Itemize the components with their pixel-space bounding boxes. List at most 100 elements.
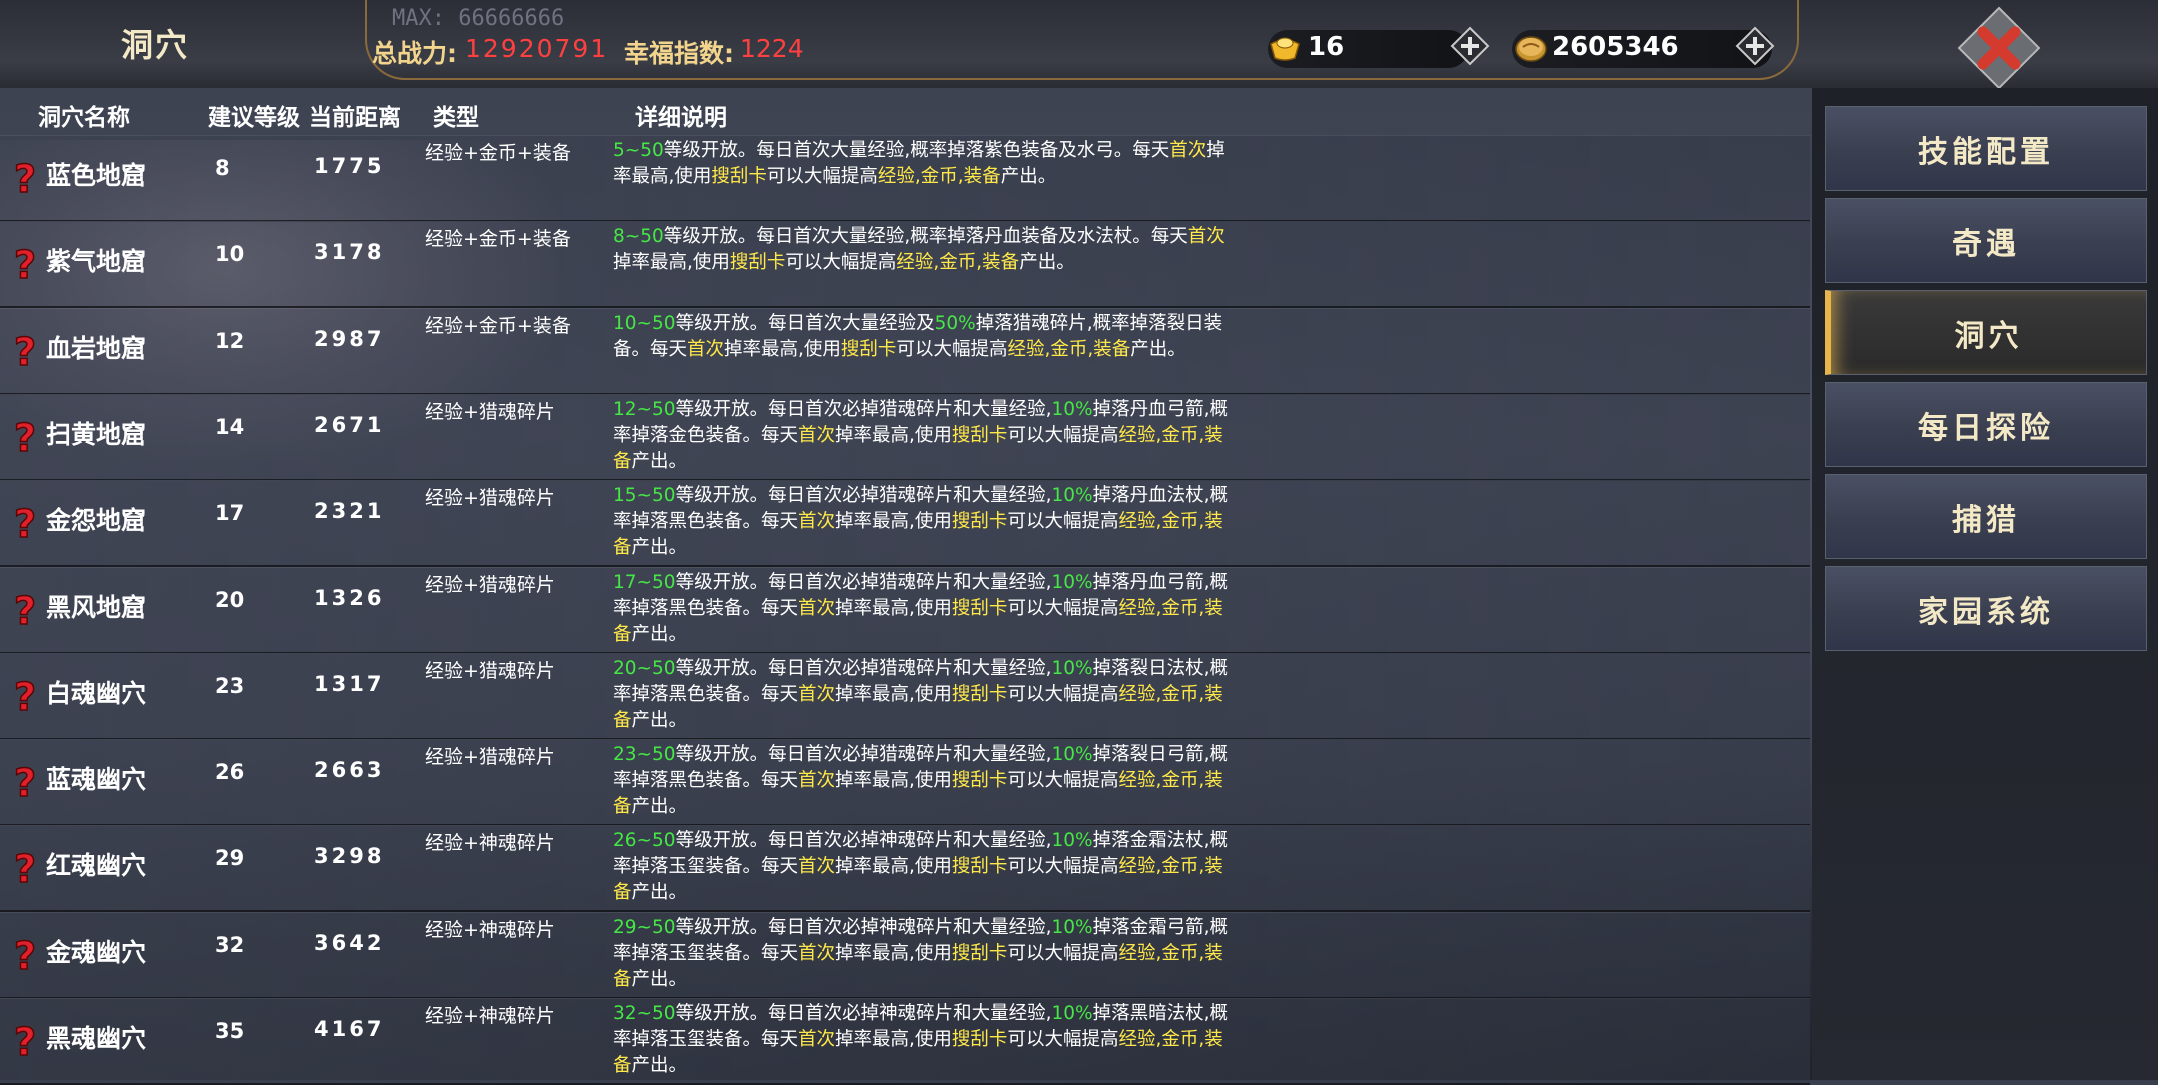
- cave-name: 金魂幽穴: [46, 937, 147, 967]
- table-row[interactable]: ? 血岩地窟 12 2987 经验+金币+装备 10~50等级开放。每日首次大量经验及50…: [0, 307, 1810, 395]
- description-text: 产出。: [1130, 338, 1186, 360]
- description-highlight: 搜刮卡: [840, 338, 897, 360]
- cave-type: 经验+神魂碎片: [425, 1005, 555, 1027]
- cave-description: 23~50等级开放。每日首次必掉猎魂碎片和大量经验,10%掉落裂日弓箭,概率掉落…: [613, 742, 1233, 820]
- description-text: 可以大幅提高: [785, 252, 897, 274]
- recommended-level: 26: [215, 760, 245, 785]
- table-row[interactable]: ? 红魂幽穴 29 3298 经验+神魂碎片 26~50等级开放。每日首次必掉神魂碎片和大…: [0, 825, 1810, 913]
- menu-item[interactable]: 洞穴: [1825, 290, 2147, 375]
- table-row[interactable]: ? 紫气地窟 10 3178 经验+金币+装备 8~50等级开放。每日首次大量经验,概率掉…: [0, 221, 1810, 309]
- description-text: 掉率最高,使用: [724, 338, 841, 360]
- svg-text:?: ?: [14, 935, 36, 975]
- top-bar: 洞穴 MAX: 66666666 总战力: 12920791 幸福指数: 122…: [0, 0, 2158, 103]
- table-header: 洞穴名称 建议等级 当前距离 类型 详细说明: [0, 92, 1810, 132]
- description-highlight: 50%: [934, 312, 976, 334]
- description-text: 等级开放。每日首次必掉神魂碎片和大量经验,: [675, 1003, 1052, 1024]
- cave-name: 血岩地窟: [46, 333, 147, 363]
- question-mark-icon[interactable]: ?: [10, 503, 40, 543]
- description-highlight: 经验,金币,装备: [896, 252, 1020, 274]
- description-text: 可以大幅提高: [1007, 1029, 1119, 1050]
- svg-text:?: ?: [14, 676, 36, 716]
- cave-type: 经验+猎魂碎片: [425, 400, 555, 423]
- question-mark-icon[interactable]: ?: [10, 762, 40, 802]
- table-row[interactable]: ? 黑风地窟 20 1326 经验+猎魂碎片 17~50等级开放。每日首次必掉猎魂碎片和大…: [0, 566, 1810, 654]
- description-highlight: 26~50: [613, 830, 676, 852]
- recommended-level: 32: [215, 932, 245, 957]
- cave-name: 金怨地窟: [46, 506, 147, 536]
- menu-item[interactable]: 捕猎: [1825, 474, 2147, 559]
- recommended-level: 35: [215, 1019, 245, 1043]
- current-distance: 1317: [314, 671, 385, 696]
- table-row[interactable]: ? 蓝色地窟 8 1775 经验+金币+装备 5~50等级开放。每日首次大量经验,概率掉落…: [0, 135, 1810, 222]
- description-text: 产出。: [1000, 166, 1057, 187]
- description-text: 掉率最高,使用: [613, 252, 730, 274]
- description-text: 产出。: [631, 450, 688, 472]
- question-mark-icon[interactable]: ?: [10, 848, 40, 888]
- description-highlight: 搜刮卡: [951, 597, 1008, 619]
- svg-text:?: ?: [14, 1021, 36, 1061]
- table-row[interactable]: ? 金怨地窟 17 2321 经验+猎魂碎片 15~50等级开放。每日首次必掉猎魂碎片和大…: [0, 480, 1810, 568]
- cave-name: 黑风地窟: [46, 592, 147, 622]
- svg-text:?: ?: [14, 158, 36, 198]
- menu-item[interactable]: 每日探险: [1825, 382, 2147, 467]
- description-text: 掉率最高,使用: [835, 942, 952, 964]
- current-distance: 1326: [314, 585, 385, 610]
- description-text: 可以大幅提高: [1007, 942, 1119, 964]
- current-distance: 2671: [314, 412, 385, 437]
- description-text: 等级开放。每日首次必掉猎魂碎片和大量经验,: [675, 744, 1052, 766]
- svg-text:?: ?: [14, 244, 36, 284]
- add-gold-button[interactable]: [1450, 26, 1490, 66]
- description-highlight: 搜刮卡: [711, 166, 767, 187]
- description-highlight: 10~50: [613, 312, 676, 334]
- description-highlight: 10%: [1051, 1003, 1093, 1024]
- recommended-level: 8: [215, 156, 230, 180]
- description-text: 可以大幅提高: [1007, 511, 1119, 533]
- question-mark-icon[interactable]: ?: [10, 417, 40, 457]
- description-highlight: 首次: [1187, 226, 1225, 248]
- description-text: 掉率最高,使用: [835, 424, 952, 446]
- menu-item[interactable]: 家园系统: [1825, 566, 2147, 651]
- description-highlight: 首次: [798, 770, 836, 792]
- svg-text:?: ?: [14, 417, 36, 457]
- description-text: 可以大幅提高: [1007, 770, 1119, 792]
- question-mark-icon[interactable]: ?: [10, 935, 40, 975]
- cave-description: 5~50等级开放。每日首次大量经验,概率掉落紫色装备及水弓。每天首次掉率最高,使…: [613, 138, 1233, 190]
- question-mark-icon[interactable]: ?: [10, 331, 40, 371]
- description-highlight: 29~50: [613, 916, 676, 938]
- cave-name: 扫黄地窟: [46, 419, 147, 449]
- current-distance: 3298: [314, 844, 385, 869]
- recommended-level: 20: [215, 587, 245, 612]
- current-distance: 3178: [314, 240, 385, 265]
- description-highlight: 20~50: [613, 657, 676, 679]
- description-text: 可以大幅提高: [1007, 683, 1119, 705]
- cave-name: 黑魂幽穴: [46, 1024, 147, 1053]
- question-mark-icon[interactable]: ?: [10, 158, 40, 198]
- table-row[interactable]: ? 蓝魂幽穴 26 2663 经验+猎魂碎片 23~50等级开放。每日首次必掉猎魂碎片和大…: [0, 739, 1810, 827]
- cave-type: 经验+金币+装备: [425, 228, 571, 251]
- svg-text:?: ?: [14, 848, 36, 888]
- table-row[interactable]: ? 白魂幽穴 23 1317 经验+猎魂碎片 20~50等级开放。每日首次必掉猎魂碎片和大…: [0, 652, 1810, 740]
- table-row[interactable]: ? 扫黄地窟 14 2671 经验+猎魂碎片 12~50等级开放。每日首次必掉猎魂碎片和大…: [0, 393, 1810, 481]
- description-highlight: 经验,金币,装备: [877, 166, 1001, 187]
- current-distance: 3642: [314, 930, 385, 955]
- current-distance: 1775: [314, 154, 385, 178]
- table-row[interactable]: ? 黑魂幽穴 35 4167 经验+神魂碎片 32~50等级开放。每日首次必掉神魂碎片和大…: [0, 998, 1810, 1085]
- cave-name: 红魂幽穴: [46, 851, 147, 881]
- description-highlight: 首次: [798, 511, 836, 533]
- description-highlight: 搜刮卡: [951, 511, 1008, 533]
- question-mark-icon[interactable]: ?: [10, 590, 40, 630]
- question-mark-icon[interactable]: ?: [10, 676, 40, 716]
- description-highlight: 17~50: [613, 571, 676, 593]
- menu-item[interactable]: 奇遇: [1825, 198, 2147, 283]
- table-row[interactable]: ? 金魂幽穴 32 3642 经验+神魂碎片 29~50等级开放。每日首次必掉神魂碎片和大…: [0, 911, 1810, 999]
- description-text: 等级开放。每日首次必掉猎魂碎片和大量经验,: [675, 485, 1052, 507]
- cave-description: 8~50等级开放。每日首次大量经验,概率掉落丹血装备及水法杖。每天首次掉率最高,…: [613, 224, 1233, 276]
- add-coin-button[interactable]: [1735, 26, 1775, 66]
- description-text: 掉率最高,使用: [835, 683, 952, 705]
- description-text: 产出。: [631, 882, 688, 904]
- description-text: 等级开放。每日首次大量经验,概率掉落丹血装备及水法杖。每天: [663, 226, 1188, 248]
- question-mark-icon[interactable]: ?: [10, 244, 40, 284]
- menu-item[interactable]: 技能配置: [1825, 106, 2147, 191]
- question-mark-icon[interactable]: ?: [10, 1021, 40, 1061]
- page-title: 洞穴: [120, 26, 189, 64]
